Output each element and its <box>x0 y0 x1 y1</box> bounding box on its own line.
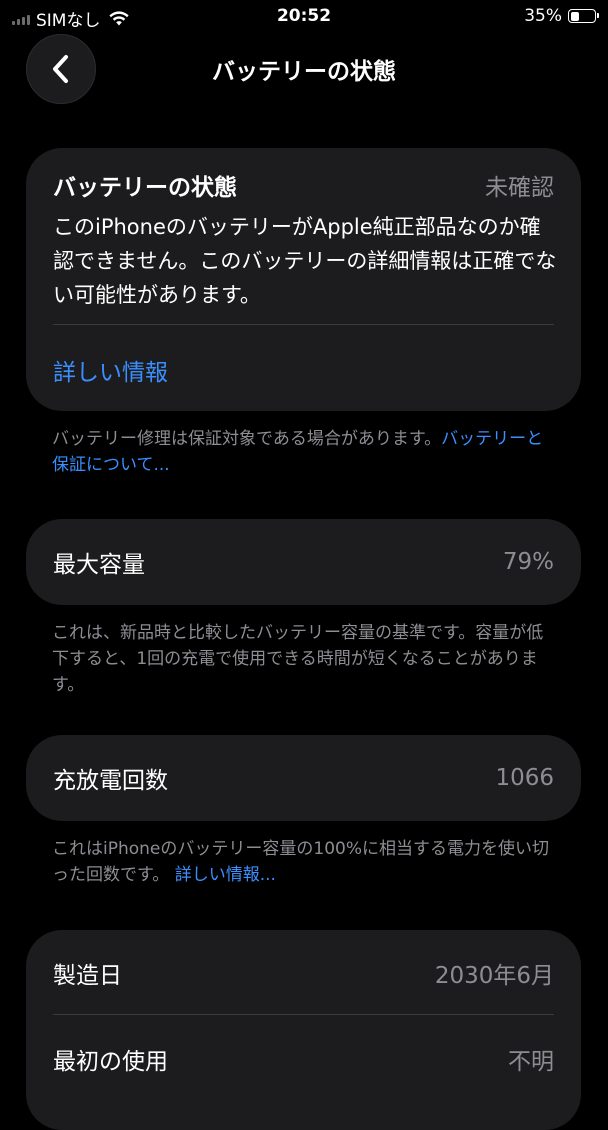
battery-health-header: バッテリーの状態 未確認 <box>53 168 554 202</box>
battery-level-fill <box>570 11 579 21</box>
battery-health-description: このiPhoneのバッテリーがApple純正部品なのか確認できません。このバッテ… <box>53 215 557 307</box>
status-right: 35% <box>524 6 599 26</box>
cycle-count-row: 充放電回数 1066 <box>26 735 581 821</box>
cycle-count-footnote: これはiPhoneのバッテリー容量の100%に相当する電力を使い切った回数です。… <box>52 836 552 888</box>
cycle-count-label: 充放電回数 <box>53 768 168 794</box>
battery-health-status: 未確認 <box>485 175 554 201</box>
cycle-count-value: 1066 <box>495 765 554 791</box>
first-use-row: 最初の使用 不明 <box>26 1016 581 1102</box>
divider <box>53 1014 554 1015</box>
max-capacity-label: 最大容量 <box>53 552 145 578</box>
status-bar: SIMなし 20:52 35% <box>0 0 608 34</box>
battery-percent: 35% <box>524 6 562 26</box>
warranty-footnote: バッテリー修理は保証対象である場合があります。バッテリーと保証について... <box>52 426 552 478</box>
manufacture-date-value: 2030年6月 <box>434 963 554 989</box>
battery-health-title: バッテリーの状態 <box>53 175 237 201</box>
cycle-count-card: 充放電回数 1066 <box>26 735 581 821</box>
clock: 20:52 <box>276 6 332 26</box>
first-use-value: 不明 <box>508 1049 554 1075</box>
page-title: バッテリーの状態 <box>212 59 396 85</box>
cycle-count-note-text: これはiPhoneのバッテリー容量の100%に相当する電力を使い切った回数です。 <box>52 839 549 885</box>
more-info-link[interactable]: 詳しい情報 <box>53 353 168 387</box>
max-capacity-footnote: これは、新品時と比較したバッテリー容量の基準です。容量が低下すると、1回の充電で… <box>52 623 544 695</box>
warranty-note-text: バッテリー修理は保証対象である場合があります。 <box>52 429 442 449</box>
manufacture-date-row: 製造日 2030年6月 <box>26 930 581 1016</box>
max-capacity-card: 最大容量 79% <box>26 519 581 605</box>
cycle-count-more-info-link[interactable]: 詳しい情報... <box>175 865 276 885</box>
navigation-bar: バッテリーの状態 <box>0 34 608 104</box>
max-capacity-row: 最大容量 79% <box>26 519 581 605</box>
battery-details-card: 製造日 2030年6月 最初の使用 不明 <box>26 930 581 1130</box>
divider <box>53 324 554 325</box>
manufacture-date-label: 製造日 <box>53 963 122 989</box>
battery-icon <box>568 9 599 23</box>
max-capacity-value: 79% <box>502 549 554 575</box>
battery-health-card: バッテリーの状態 未確認 このiPhoneのバッテリーがApple純正部品なのか… <box>26 148 581 411</box>
first-use-label: 最初の使用 <box>53 1049 168 1075</box>
